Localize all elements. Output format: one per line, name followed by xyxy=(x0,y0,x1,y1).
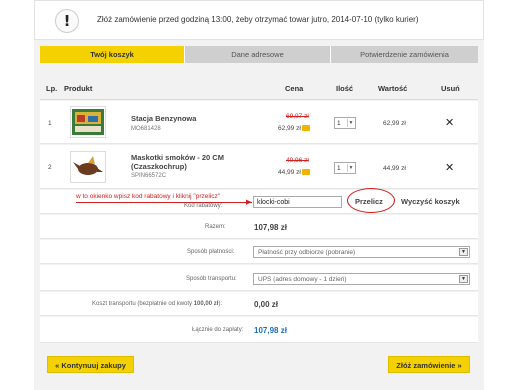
table-row: 2 Maskotki smoków - 20 CM (Czaszkochrup)… xyxy=(40,145,478,189)
arrow-head-icon: ▶ xyxy=(246,199,252,206)
table-row: 1 Stacja Benzynowa MO681428 69,97 zł 62,… xyxy=(40,101,478,144)
step-confirmation[interactable]: Potwierdzenie zamówienia xyxy=(331,46,478,63)
quantity-select[interactable]: 1 ▼ xyxy=(334,162,356,174)
product-image[interactable] xyxy=(70,106,106,138)
price: 62,99 zł xyxy=(278,125,310,132)
product-name[interactable]: Stacja Benzynowa xyxy=(131,114,196,123)
grand-total-label: Łącznie do zapłaty: xyxy=(192,327,244,333)
total-row: Razem: 107,98 zł xyxy=(40,215,478,239)
shipping-select[interactable]: UPS (adres domowy - 1 dzień) ▼ xyxy=(253,273,470,285)
recalculate-button[interactable]: Przelicz xyxy=(355,197,383,206)
payment-row: Sposób płatności: Płatność przy odbiorze… xyxy=(40,240,478,264)
product-sku: MO681428 xyxy=(131,126,161,132)
annotation-arrow xyxy=(76,202,252,203)
delivery-notice: ! Złóż zamówienie przed godziną 13:00, ż… xyxy=(34,0,484,40)
col-lp: Lp. xyxy=(46,84,58,93)
coupon-input[interactable]: klocki-cobi xyxy=(253,196,342,208)
product-image[interactable] xyxy=(70,151,106,183)
price: 44,99 zł xyxy=(278,169,310,176)
total-label: Razem: xyxy=(205,224,226,230)
product-name-line2[interactable]: (Czaszkochrup) xyxy=(131,162,187,171)
grand-total-row: Łącznie do zapłaty: 107,98 zł xyxy=(40,317,478,343)
shipping-label: Sposób transportu: xyxy=(186,276,237,282)
quantity-select[interactable]: 1 ▼ xyxy=(334,117,356,129)
close-icon[interactable]: ✕ xyxy=(445,116,454,129)
clear-cart-button[interactable]: Wyczyść koszyk xyxy=(401,197,460,206)
payment-label: Sposób płatności: xyxy=(187,249,235,255)
old-price: 69,97 zł xyxy=(286,113,309,120)
table-header: Lp. Produkt Cena Ilość Wartość Usuń xyxy=(40,75,478,100)
payment-select[interactable]: Płatność przy odbiorze (pobranie) ▼ xyxy=(253,246,470,258)
discount-badge-icon xyxy=(301,125,310,132)
total-value: 107,98 zł xyxy=(254,223,287,232)
coupon-label: Kod rabatowy: xyxy=(184,203,223,209)
col-product: Produkt xyxy=(64,84,93,93)
col-price: Cena xyxy=(285,84,304,93)
col-qty: Ilość xyxy=(336,84,354,93)
shipping-row: Sposób transportu: UPS (adres domowy - 1… xyxy=(40,265,478,291)
discount-badge-icon xyxy=(301,169,310,176)
transport-cost-value: 0,00 zł xyxy=(254,300,279,309)
row-lp: 2 xyxy=(48,164,52,171)
checkout-steps: Twój koszyk Dane adresowe Potwierdzenie … xyxy=(40,46,478,63)
col-remove: Usuń xyxy=(441,84,460,93)
page: ! Złóż zamówienie przed godziną 13:00, ż… xyxy=(34,0,484,390)
grand-total-value: 107,98 zł xyxy=(254,326,287,335)
step-cart[interactable]: Twój koszyk xyxy=(40,46,184,63)
close-icon[interactable]: ✕ xyxy=(445,161,454,174)
product-name[interactable]: Maskotki smoków - 20 CM xyxy=(131,153,224,162)
chevron-down-icon: ▼ xyxy=(347,164,354,172)
notice-text: Złóż zamówienie przed godziną 13:00, żeb… xyxy=(97,15,419,24)
coupon-annotation: w to okienko wpisz kod rabatowy i klikni… xyxy=(76,193,221,200)
col-value: Wartość xyxy=(378,84,408,93)
row-value: 62,99 zł xyxy=(383,120,406,127)
row-lp: 1 xyxy=(48,120,52,127)
coupon-row: w to okienko wpisz kod rabatowy i klikni… xyxy=(40,188,478,214)
continue-shopping-button[interactable]: « Kontynuuj zakupy xyxy=(47,356,134,373)
chevron-down-icon: ▼ xyxy=(347,119,354,127)
transport-cost-label: Koszt transportu (bezpłatnie od kwoty 10… xyxy=(92,301,223,307)
old-price: 49,96 zł xyxy=(286,157,309,164)
transport-cost-row: Koszt transportu (bezpłatnie od kwoty 10… xyxy=(40,292,478,316)
chevron-down-icon: ▼ xyxy=(459,248,468,256)
chevron-down-icon: ▼ xyxy=(459,275,468,283)
product-sku: SPIN66572C xyxy=(131,173,167,179)
exclamation-icon: ! xyxy=(55,9,79,33)
row-value: 44,99 zł xyxy=(383,165,406,172)
step-address[interactable]: Dane adresowe xyxy=(185,46,330,63)
cart-table: Lp. Produkt Cena Ilość Wartość Usuń 1 St… xyxy=(40,75,478,343)
place-order-button[interactable]: Złóż zamówienie » xyxy=(388,356,470,373)
